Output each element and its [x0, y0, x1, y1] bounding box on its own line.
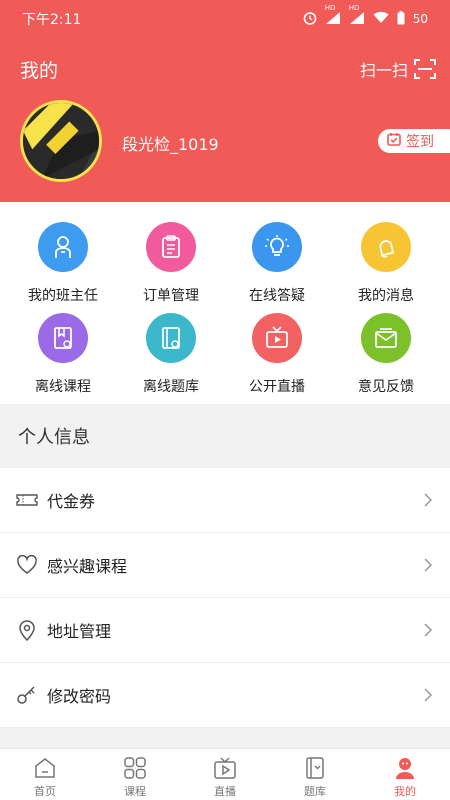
chevron-right-icon: [424, 558, 433, 572]
chevron-right-icon: [424, 688, 433, 702]
tv-icon: [252, 313, 302, 363]
list-item-address[interactable]: 地址管理: [0, 598, 450, 663]
battery-level: 50: [412, 12, 428, 26]
offline-course-icon: [38, 313, 88, 363]
info-list: 代金券 感兴趣课程 地址管理 修改密码: [0, 468, 450, 728]
mail-icon: [361, 313, 411, 363]
grid-label: 离线课程: [35, 379, 91, 395]
checkin-label: 签到: [406, 134, 434, 150]
tab-home[interactable]: 首页: [0, 749, 90, 800]
chevron-right-icon: [424, 493, 433, 507]
list-label: 地址管理: [47, 622, 112, 641]
location-icon: [16, 619, 38, 642]
grid-item-public-live[interactable]: 公开直播: [221, 313, 333, 396]
section-title: 个人信息: [0, 404, 450, 468]
scan-label: 扫一扫: [359, 61, 408, 80]
bell-icon: [361, 222, 411, 272]
grid-label: 离线题库: [143, 379, 199, 395]
tab-label: 我的: [394, 785, 416, 798]
teacher-icon: [38, 222, 88, 272]
grid-label: 公开直播: [249, 379, 305, 395]
alarm-icon: [303, 11, 317, 28]
status-bar: 下午2:11 HD HD 50: [0, 0, 450, 38]
signal-icon-2: HD: [349, 4, 365, 28]
battery-icon: [397, 10, 405, 28]
grid-label: 在线答疑: [249, 288, 305, 304]
grid-label: 订单管理: [143, 288, 199, 304]
bottom-tab-bar: 首页 课程 直播 题库 我的: [0, 748, 450, 800]
tab-live[interactable]: 直播: [180, 749, 270, 800]
grid-item-messages[interactable]: 我的消息: [330, 222, 442, 305]
profile-header: 下午2:11 HD HD 50 我的 扫一扫 段光检_1019 签到: [0, 0, 450, 202]
status-time: 下午2:11: [22, 12, 82, 28]
home-icon: [35, 758, 55, 778]
grid-label: 我的班主任: [28, 288, 98, 304]
scan-button[interactable]: 扫一扫: [360, 57, 436, 81]
hd-label-2: HD: [348, 3, 360, 12]
list-label: 代金券: [47, 492, 96, 511]
key-icon: [16, 684, 38, 706]
grid-item-head-teacher[interactable]: 我的班主任: [7, 222, 119, 305]
grid-item-offline-bank[interactable]: 离线题库: [115, 313, 227, 396]
calendar-icon: [387, 132, 401, 150]
offline-bank-icon: [146, 313, 196, 363]
status-icons: HD HD 50: [303, 4, 428, 28]
profile-icon: [396, 758, 414, 779]
live-icon: [214, 757, 236, 779]
list-label: 修改密码: [47, 687, 112, 706]
list-item-change-password[interactable]: 修改密码: [0, 663, 450, 728]
list-label: 感兴趣课程: [47, 557, 128, 576]
hd-label: HD: [324, 3, 336, 12]
list-item-interested-courses[interactable]: 感兴趣课程: [0, 533, 450, 598]
tab-question-bank[interactable]: 题库: [270, 749, 360, 800]
tab-label: 课程: [124, 785, 146, 798]
signal-icon: HD: [325, 4, 341, 28]
grid-icon: [124, 757, 146, 779]
grid-item-online-qa[interactable]: 在线答疑: [221, 222, 333, 305]
tab-label: 直播: [214, 785, 236, 798]
question-bank-icon: [306, 757, 324, 779]
bulb-icon: [252, 222, 302, 272]
chevron-right-icon: [424, 623, 433, 637]
grid-item-orders[interactable]: 订单管理: [115, 222, 227, 305]
grid-label: 我的消息: [358, 288, 414, 304]
title-bar: 我的 扫一扫: [20, 55, 436, 83]
tab-label: 首页: [34, 785, 56, 798]
grid-item-offline-courses[interactable]: 离线课程: [7, 313, 119, 396]
grid-label: 意见反馈: [358, 379, 414, 395]
feature-grid: 我的班主任 订单管理 在线答疑 我的消息 离线课程 离线题库 公开直播 意见反馈: [0, 202, 450, 404]
wifi-icon: [373, 11, 389, 27]
tab-label: 题库: [304, 785, 326, 798]
username: 段光检_1019: [122, 135, 219, 154]
scan-icon: [414, 58, 436, 80]
tab-my[interactable]: 我的: [360, 749, 450, 800]
page-title: 我的: [20, 59, 59, 82]
tab-courses[interactable]: 课程: [90, 749, 180, 800]
checkin-button[interactable]: 签到: [378, 129, 450, 153]
grid-item-feedback[interactable]: 意见反馈: [330, 313, 442, 396]
list-item-voucher[interactable]: 代金券: [0, 468, 450, 533]
clipboard-icon: [146, 222, 196, 272]
voucher-icon: [16, 489, 38, 511]
avatar[interactable]: [20, 100, 102, 182]
heart-icon: [16, 554, 38, 576]
